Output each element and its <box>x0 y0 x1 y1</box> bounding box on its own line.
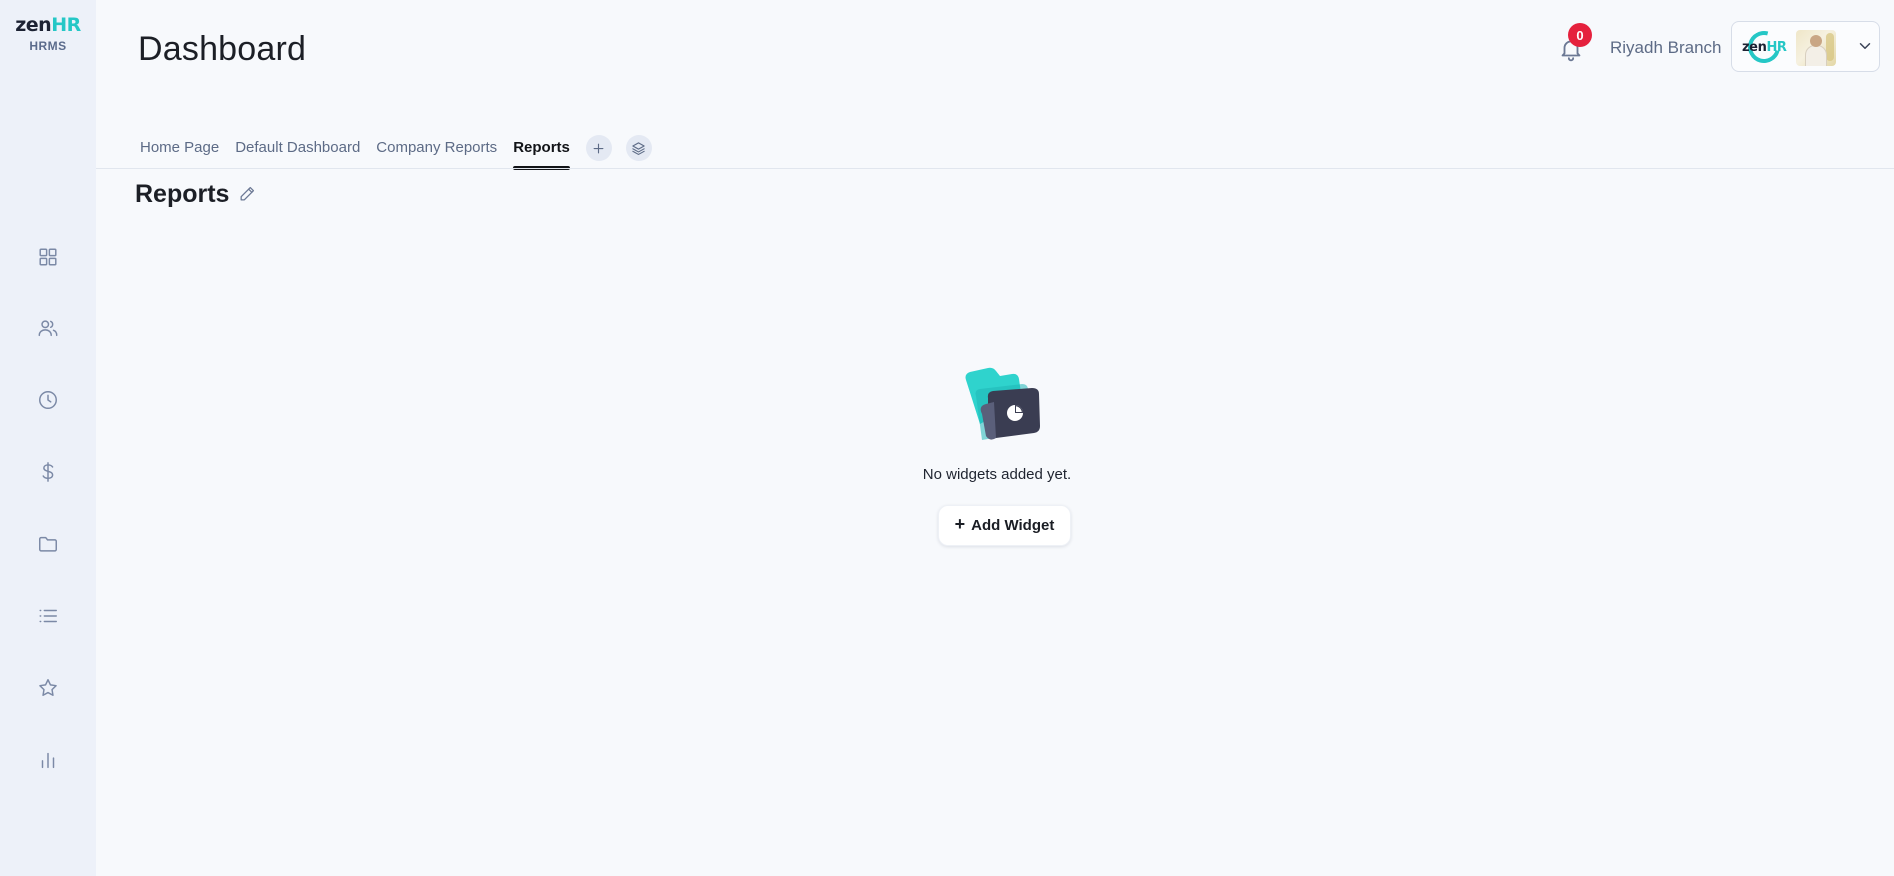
chevron-down-icon <box>1856 37 1874 55</box>
tabs-divider <box>96 168 1894 169</box>
tab-home-page[interactable]: Home Page <box>140 138 219 170</box>
tab-company-reports[interactable]: Company Reports <box>376 138 497 170</box>
dashboard-tabs: Home Page Default Dashboard Company Repo… <box>140 135 666 170</box>
add-widget-button[interactable]: + Add Widget <box>938 505 1071 546</box>
sidebar: zenHR HRMS <box>0 0 96 876</box>
company-logo: zenHR <box>1742 25 1787 69</box>
sidebar-item-time[interactable] <box>34 386 62 414</box>
empty-state-message-row: No widgets added yet. <box>0 466 1894 483</box>
manage-tabs-button[interactable] <box>625 135 652 161</box>
logo-wordmark: zenHR <box>15 14 81 36</box>
add-widget-label: Add Widget <box>971 517 1055 534</box>
branch-name[interactable]: Riyadh Branch <box>1610 38 1722 58</box>
dollar-icon <box>42 462 54 482</box>
sidebar-item-reports[interactable] <box>34 746 62 774</box>
sidebar-item-lists[interactable] <box>34 602 62 630</box>
grid-icon <box>39 248 57 266</box>
avatar <box>1796 30 1836 66</box>
plus-icon: + <box>954 514 966 534</box>
sidebar-item-favorites[interactable] <box>34 674 62 702</box>
add-tab-button[interactable] <box>585 135 612 161</box>
list-icon <box>39 609 57 623</box>
pencil-icon <box>240 186 255 201</box>
account-menu-button[interactable]: zenHR <box>1731 21 1880 72</box>
folder-icon <box>39 536 57 552</box>
tab-reports[interactable]: Reports <box>513 138 570 170</box>
sidebar-item-dashboard[interactable] <box>34 243 62 271</box>
sidebar-item-documents[interactable] <box>34 530 62 558</box>
users-icon <box>38 320 58 337</box>
sidebar-item-payroll[interactable] <box>34 458 62 486</box>
empty-state-message: No widgets added yet. <box>922 466 1072 483</box>
sidebar-item-employees[interactable] <box>34 314 62 342</box>
clock-icon <box>39 391 57 409</box>
bar-chart-icon <box>41 752 55 769</box>
tab-default-dashboard[interactable]: Default Dashboard <box>235 138 360 170</box>
page-title: Dashboard <box>138 30 307 68</box>
brand-logo[interactable]: zenHR HRMS <box>0 14 96 53</box>
section-title: Reports <box>135 180 230 208</box>
empty-state-illustration <box>960 362 1046 444</box>
layers-icon <box>632 141 646 155</box>
star-icon <box>39 679 57 696</box>
notification-count-badge: 0 <box>1568 23 1592 47</box>
plus-icon <box>593 143 604 153</box>
logo-subtitle: HRMS <box>29 39 67 53</box>
edit-title-button[interactable] <box>238 184 257 203</box>
